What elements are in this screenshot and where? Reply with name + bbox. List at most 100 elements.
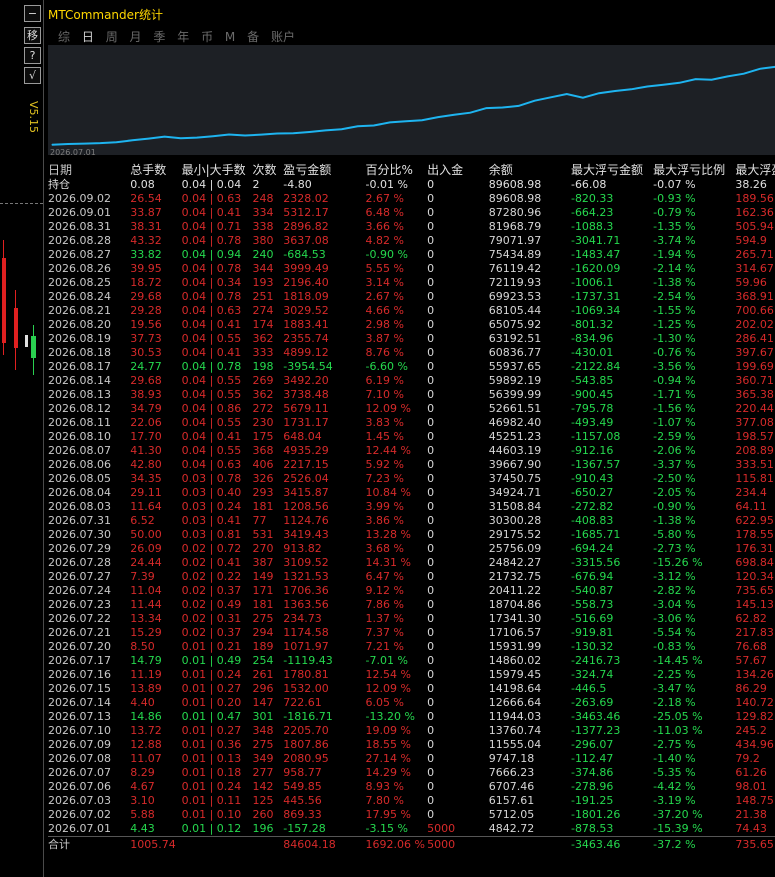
- col-total-lots-cell: 5.88: [130, 808, 155, 821]
- col-percent-cell: 4.82 %: [365, 234, 404, 247]
- col-balance-cell: 15931.99: [488, 640, 542, 653]
- x-tick-label: 2026.07.01: [50, 148, 96, 157]
- col-deposit-cell: 0: [427, 500, 435, 513]
- col-balance-cell: 68105.44: [488, 304, 542, 317]
- col-min-max-lots-header[interactable]: 最小|大手数: [182, 162, 253, 178]
- balance-point: [501, 106, 504, 109]
- tab-monthly[interactable]: 月: [130, 28, 142, 45]
- table-row: 2026.08.25 18.72 0.04 | 0.34 193 2196.40 3.14…: [48, 276, 775, 290]
- candle-icon: [25, 335, 28, 347]
- col-count-header[interactable]: 次数: [252, 162, 283, 178]
- col-date-header[interactable]: 日期: [48, 162, 130, 178]
- col-balance-cell: 81968.79: [488, 220, 542, 233]
- col-pnl-cell: 1124.76: [283, 514, 329, 527]
- balance-point: [711, 79, 713, 81]
- table-row: 2026.07.29 26.09 0.02 | 0.72 270 913.82 3.68 …: [48, 542, 775, 556]
- col-max-float-loss-cell: -1006.1: [570, 276, 614, 289]
- tab-quarterly[interactable]: 季: [153, 28, 165, 45]
- col-deposit-cell: 0: [427, 794, 435, 807]
- tab-account[interactable]: 账户: [271, 28, 295, 45]
- col-percent-cell: 7.37 %: [365, 626, 404, 639]
- col-deposit-cell: 0: [427, 584, 435, 597]
- col-percent-total: 1692.06 %: [365, 836, 428, 853]
- col-total-lots-cell: 26.54: [130, 192, 162, 205]
- table-row: 2026.08.11 22.06 0.04 | 0.55 230 1731.17 3.83…: [48, 416, 775, 430]
- col-balance-total: [488, 836, 571, 853]
- col-pnl-cell: 1174.58: [283, 626, 329, 639]
- minimize-button[interactable]: −: [24, 5, 41, 22]
- col-balance-header[interactable]: 余额: [489, 162, 571, 178]
- col-deposit-cell: 0: [427, 766, 435, 779]
- price-line: [0, 203, 43, 204]
- col-percent-cell: 13.28 %: [365, 528, 411, 541]
- col-min-max-lots-cell: 0.04 | 0.78: [181, 360, 242, 373]
- col-max-float-profit-cell: 176.31: [735, 542, 774, 555]
- col-max-float-loss-pct-cell: -1.25 %: [653, 318, 696, 331]
- col-percent-header[interactable]: 百分比%: [365, 162, 427, 178]
- col-deposit-cell: 0: [427, 360, 435, 373]
- col-max-float-profit-cell: 245.2: [735, 724, 767, 737]
- col-max-float-profit-cell: 199.69: [735, 360, 774, 373]
- col-count-cell: 193: [252, 276, 274, 289]
- col-percent-cell: 3.86 %: [365, 514, 404, 527]
- tab-overview[interactable]: 综: [58, 28, 70, 45]
- col-max-float-loss-cell: -900.45: [570, 388, 614, 401]
- col-date-cell: 2026.09.02: [48, 192, 111, 205]
- col-min-max-lots-cell: 0.04 | 0.63: [181, 304, 242, 317]
- col-max-float-profit-header[interactable]: 最大浮盈金: [735, 162, 775, 178]
- confirm-button[interactable]: √: [24, 67, 41, 84]
- col-max-float-loss-pct-cell: -11.03 %: [653, 724, 703, 737]
- col-total-lots-cell: 11.07: [130, 752, 162, 765]
- col-balance-cell: 89608.98: [488, 192, 542, 205]
- col-percent-cell: 3.14 %: [365, 276, 404, 289]
- tab-notes[interactable]: 备: [247, 28, 259, 45]
- col-min-max-lots-cell: 0.01 | 0.21: [181, 640, 242, 653]
- tab-magic[interactable]: M: [225, 30, 235, 44]
- stats-table: 日期 总手数 最小|大手数 次数 盈亏金额 百分比% 出入金 余额 最大浮亏金额 最大浮亏比例 最大…: [48, 162, 775, 853]
- balance-point: [614, 90, 616, 92]
- col-max-float-profit-cell: 98.01: [735, 780, 767, 793]
- col-pnl-total: 84604.18: [283, 836, 366, 853]
- col-max-float-profit-cell: 365.38: [735, 388, 774, 401]
- col-total-lots-header[interactable]: 总手数: [130, 162, 181, 178]
- tab-currency[interactable]: 币: [201, 28, 213, 45]
- tab-yearly[interactable]: 年: [177, 28, 189, 45]
- col-date-cell: 2026.07.09: [48, 738, 111, 751]
- col-date-cell: 2026.08.24: [48, 290, 111, 303]
- col-pnl-cell: 1321.53: [283, 570, 329, 583]
- col-max-float-profit-cell: 162.36: [735, 206, 774, 219]
- col-total-lots-cell: 42.80: [130, 458, 162, 471]
- col-count-cell: 142: [252, 780, 274, 793]
- col-pnl-header[interactable]: 盈亏金额: [283, 162, 365, 178]
- col-date-cell: 2026.07.28: [48, 556, 111, 569]
- col-date-cell: 2026.08.19: [48, 332, 111, 345]
- col-max-float-loss-cell: -558.73: [570, 598, 614, 611]
- col-deposit-cell: 0: [427, 542, 435, 555]
- col-min-max-lots-cell: 0.04 | 0.41: [181, 206, 242, 219]
- balance-point: [373, 124, 375, 127]
- col-deposit-cell: 0: [427, 654, 435, 667]
- col-percent-cell: -0.01 %: [365, 178, 408, 191]
- col-deposit-cell: 0: [427, 724, 435, 737]
- col-total-lots-cell: 4.43: [130, 822, 155, 835]
- col-max-float-loss-pct-header[interactable]: 最大浮亏比例: [653, 162, 735, 178]
- col-percent-cell: 3.68 %: [365, 542, 404, 555]
- table-row: 2026.07.28 24.44 0.02 | 0.41 387 3109.52 14.3…: [48, 556, 775, 570]
- col-max-float-profit-cell: 594.9: [735, 234, 767, 247]
- col-max-float-loss-header[interactable]: 最大浮亏金额: [571, 162, 653, 178]
- col-date-cell: 2026.08.28: [48, 234, 111, 247]
- table-row: 2026.08.18 30.53 0.04 | 0.41 333 4899.12 8.76…: [48, 346, 775, 360]
- help-button[interactable]: ?: [24, 47, 41, 64]
- col-max-float-profit-cell: 120.34: [735, 570, 774, 583]
- move-button[interactable]: 移: [24, 27, 41, 44]
- col-count-cell: 531: [252, 528, 274, 541]
- tab-daily[interactable]: 日: [82, 28, 94, 45]
- balance-point: [180, 137, 182, 139]
- balance-point: [164, 136, 166, 138]
- col-deposit-header[interactable]: 出入金: [427, 162, 489, 178]
- col-total-lots-cell: 3.10: [130, 794, 155, 807]
- col-max-float-profit-cell: 360.71: [735, 374, 774, 387]
- table-row: 2026.07.16 11.19 0.01 | 0.24 261 1780.81 12.5…: [48, 668, 775, 682]
- balance-point: [276, 132, 278, 135]
- tab-weekly[interactable]: 周: [106, 28, 118, 45]
